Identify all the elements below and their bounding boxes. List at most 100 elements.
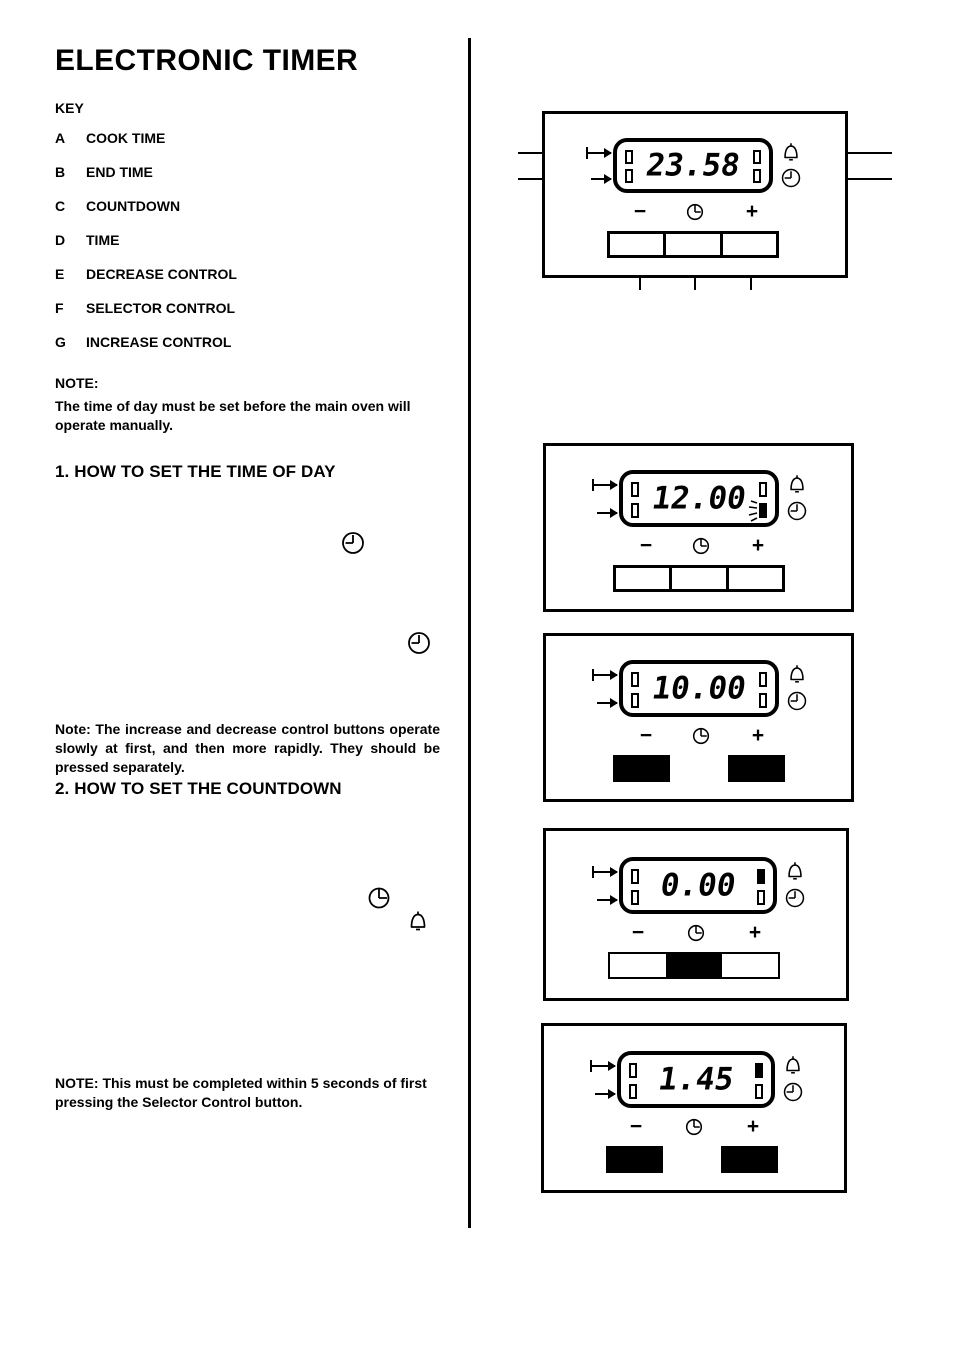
increase-symbol: + (745, 200, 759, 223)
lcd-marker-bottom-left (631, 890, 639, 905)
lcd-value: 10.00 (649, 669, 749, 706)
selector-clock-icon (684, 1117, 704, 1137)
lcd-marker-top-left (631, 672, 639, 687)
lcd-marker-bottom-left (625, 169, 633, 183)
column-divider (468, 38, 471, 1228)
lcd-marker-bottom-right (757, 890, 765, 905)
decrease-button[interactable] (616, 568, 673, 589)
key-item-e: E DECREASE CONTROL (55, 266, 450, 282)
decrease-button[interactable] (606, 1146, 664, 1173)
timer-diagram-3: 10.00 − + (543, 633, 854, 802)
note-heading: NOTE: (55, 375, 99, 391)
cook-time-arrow-icon (590, 1060, 616, 1072)
selector-clock-icon (691, 726, 711, 746)
clock-selector-icon (340, 530, 366, 556)
selector-button[interactable] (672, 568, 729, 589)
selector-button[interactable] (666, 234, 723, 255)
selector-clock-icon (686, 923, 706, 943)
end-time-arrow-icon (597, 895, 618, 905)
note-time-of-day: NOTE: The time of day must be set before… (55, 374, 450, 435)
bell-icon (780, 140, 802, 164)
key-letter: B (55, 164, 66, 180)
button-strip (608, 952, 780, 979)
key-label: END TIME (86, 164, 153, 180)
increase-button[interactable] (727, 755, 785, 782)
bell-icon (786, 662, 808, 686)
note-five-seconds: NOTE: This must be completed within 5 se… (55, 1075, 427, 1111)
decrease-symbol: − (631, 921, 645, 944)
key-label: COUNTDOWN (86, 198, 181, 214)
timer-diagram-2: 12.00 − + (543, 443, 854, 612)
end-time-arrow-icon (597, 698, 618, 708)
key-item-g: G INCREASE CONTROL (55, 334, 450, 350)
page-title: ELECTRONIC TIMER (55, 44, 359, 77)
key-label: COOK TIME (86, 130, 166, 146)
lcd-marker-top-left (631, 482, 639, 497)
decrease-button[interactable] (610, 954, 666, 977)
bell-icon (786, 472, 808, 496)
selector-button[interactable] (666, 954, 722, 977)
key-label: SELECTOR CONTROL (86, 300, 236, 316)
clock-icon (782, 1081, 804, 1103)
decrease-symbol: − (639, 534, 653, 557)
increase-symbol: + (746, 1115, 760, 1138)
cook-time-arrow-icon (592, 479, 618, 491)
note-control-buttons: Note: The increase and decrease control … (55, 721, 440, 776)
manual-page: ELECTRONIC TIMER KEY A COOK TIME B END T… (0, 0, 954, 1351)
selector-button[interactable] (670, 755, 728, 782)
increase-symbol: + (751, 724, 765, 747)
key-letter: G (55, 334, 66, 350)
lcd-marker-top-right (753, 150, 761, 164)
key-item-b: B END TIME (55, 164, 450, 180)
lcd-marker-top-left (625, 150, 633, 164)
timer-diagram-1: 23.58 − + (542, 111, 848, 278)
key-label: DECREASE CONTROL (86, 266, 237, 282)
key-heading: KEY (55, 100, 84, 116)
lcd-marker-bottom-right (759, 693, 767, 708)
increase-symbol: + (751, 534, 765, 557)
flashing-rays-icon (747, 500, 759, 522)
increase-button[interactable] (720, 1146, 778, 1173)
timer-diagram-5: 1.45 − + (541, 1023, 847, 1193)
key-letter: D (55, 232, 66, 248)
lcd-marker-top-right (759, 672, 767, 687)
key-letter: E (55, 266, 65, 282)
button-strip (607, 231, 779, 258)
lcd-value: 12.00 (649, 479, 749, 516)
end-time-arrow-icon (595, 1089, 616, 1099)
increase-button[interactable] (722, 234, 776, 255)
key-item-a: A COOK TIME (55, 130, 450, 146)
clock-power-icon (366, 885, 392, 911)
note-text: The time of day must be set before the m… (55, 397, 411, 433)
section-heading-2: 2. HOW TO SET THE COUNTDOWN (55, 779, 342, 798)
key-letter: F (55, 300, 64, 316)
lcd-value: 1.45 (655, 1060, 737, 1097)
increase-symbol: + (748, 921, 762, 944)
key-label: TIME (86, 232, 120, 248)
increase-button[interactable] (722, 954, 778, 977)
button-strip (613, 565, 785, 592)
lcd-value: 0.00 (657, 866, 739, 903)
left-text-column: ELECTRONIC TIMER KEY A COOK TIME B END T… (55, 44, 450, 435)
lcd-marker-bottom-right (753, 169, 761, 183)
increase-button[interactable] (728, 568, 782, 589)
decrease-button[interactable] (613, 755, 671, 782)
key-item-d: D TIME (55, 232, 450, 248)
lcd-marker-bottom-right-flashing (759, 503, 767, 518)
decrease-symbol: − (639, 724, 653, 747)
lcd-marker-bottom-left (629, 1084, 637, 1099)
decrease-button[interactable] (610, 234, 667, 255)
lcd-marker-bottom-left (631, 503, 639, 518)
lcd-marker-top-right (757, 869, 765, 884)
lcd-display: 10.00 (619, 660, 779, 717)
selector-clock-icon (691, 536, 711, 556)
lcd-display: 12.00 (619, 470, 779, 527)
selector-clock-icon (685, 202, 705, 222)
key-label: INCREASE CONTROL (86, 334, 232, 350)
selector-button[interactable] (663, 1146, 721, 1173)
lcd-marker-top-right (759, 482, 767, 497)
lcd-marker-top-right (755, 1063, 763, 1078)
cook-time-arrow-icon (586, 147, 612, 159)
decrease-symbol: − (629, 1115, 643, 1138)
timer-diagram-4: 0.00 − + (543, 828, 849, 1001)
